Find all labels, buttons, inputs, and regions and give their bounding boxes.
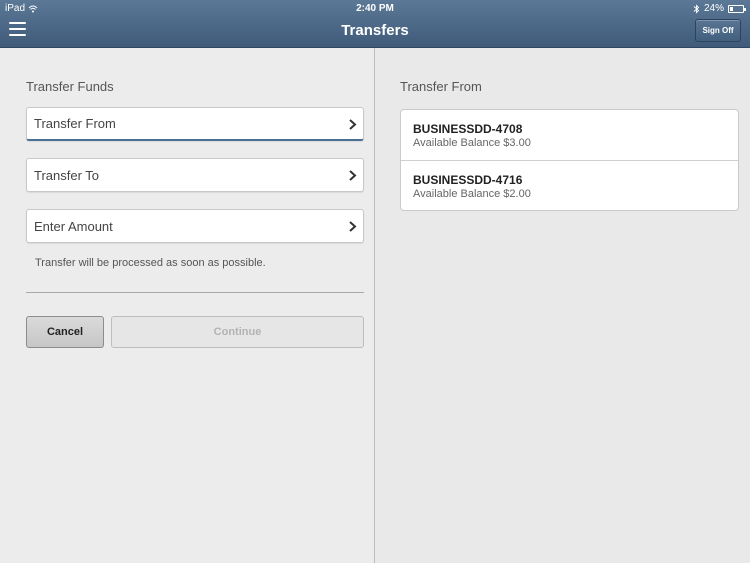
list-item-account[interactable]: BUSINESSDD-4708 Available Balance $3.00: [401, 110, 738, 160]
processing-note: Transfer will be processed as soon as po…: [35, 257, 266, 269]
account-balance: Available Balance $3.00: [413, 137, 531, 149]
transfer-to-field[interactable]: Transfer To: [26, 158, 364, 192]
account-balance: Available Balance $2.00: [413, 188, 531, 200]
navigation-bar: iPad 2:40 PM 24% Transfers Sign Off: [0, 0, 750, 48]
chevron-right-icon: [349, 119, 357, 130]
status-bar: iPad 2:40 PM 24%: [0, 0, 750, 16]
battery-percent: 24%: [703, 3, 724, 14]
sign-off-button[interactable]: Sign Off: [695, 19, 741, 42]
transfer-from-field[interactable]: Transfer From: [26, 107, 364, 141]
enter-amount-field[interactable]: Enter Amount: [26, 209, 364, 243]
status-time: 2:40 PM: [356, 3, 394, 14]
account-picker-panel: Transfer From BUSINESSDD-4708 Available …: [376, 48, 750, 563]
account-name: BUSINESSDD-4708: [413, 122, 523, 136]
transfer-form-panel: Transfer Funds Transfer From Transfer To…: [0, 48, 375, 563]
transfer-from-label: Transfer From: [34, 116, 116, 131]
transfer-from-heading: Transfer From: [400, 79, 482, 94]
account-name: BUSINESSDD-4716: [413, 173, 523, 187]
enter-amount-label: Enter Amount: [34, 218, 113, 234]
chevron-right-icon: [349, 170, 357, 181]
list-item-account[interactable]: BUSINESSDD-4716 Available Balance $2.00: [401, 160, 738, 210]
divider: [26, 292, 364, 293]
cancel-button[interactable]: Cancel: [26, 316, 104, 348]
continue-button[interactable]: Continue: [111, 316, 364, 348]
chevron-right-icon: [349, 221, 357, 232]
bluetooth-icon: [693, 3, 700, 14]
page-title: Transfers: [341, 22, 409, 39]
transfer-to-label: Transfer To: [34, 167, 100, 183]
transfer-funds-heading: Transfer Funds: [26, 79, 114, 94]
battery-icon: [728, 4, 746, 13]
account-list: BUSINESSDD-4708 Available Balance $3.00 …: [400, 109, 739, 211]
